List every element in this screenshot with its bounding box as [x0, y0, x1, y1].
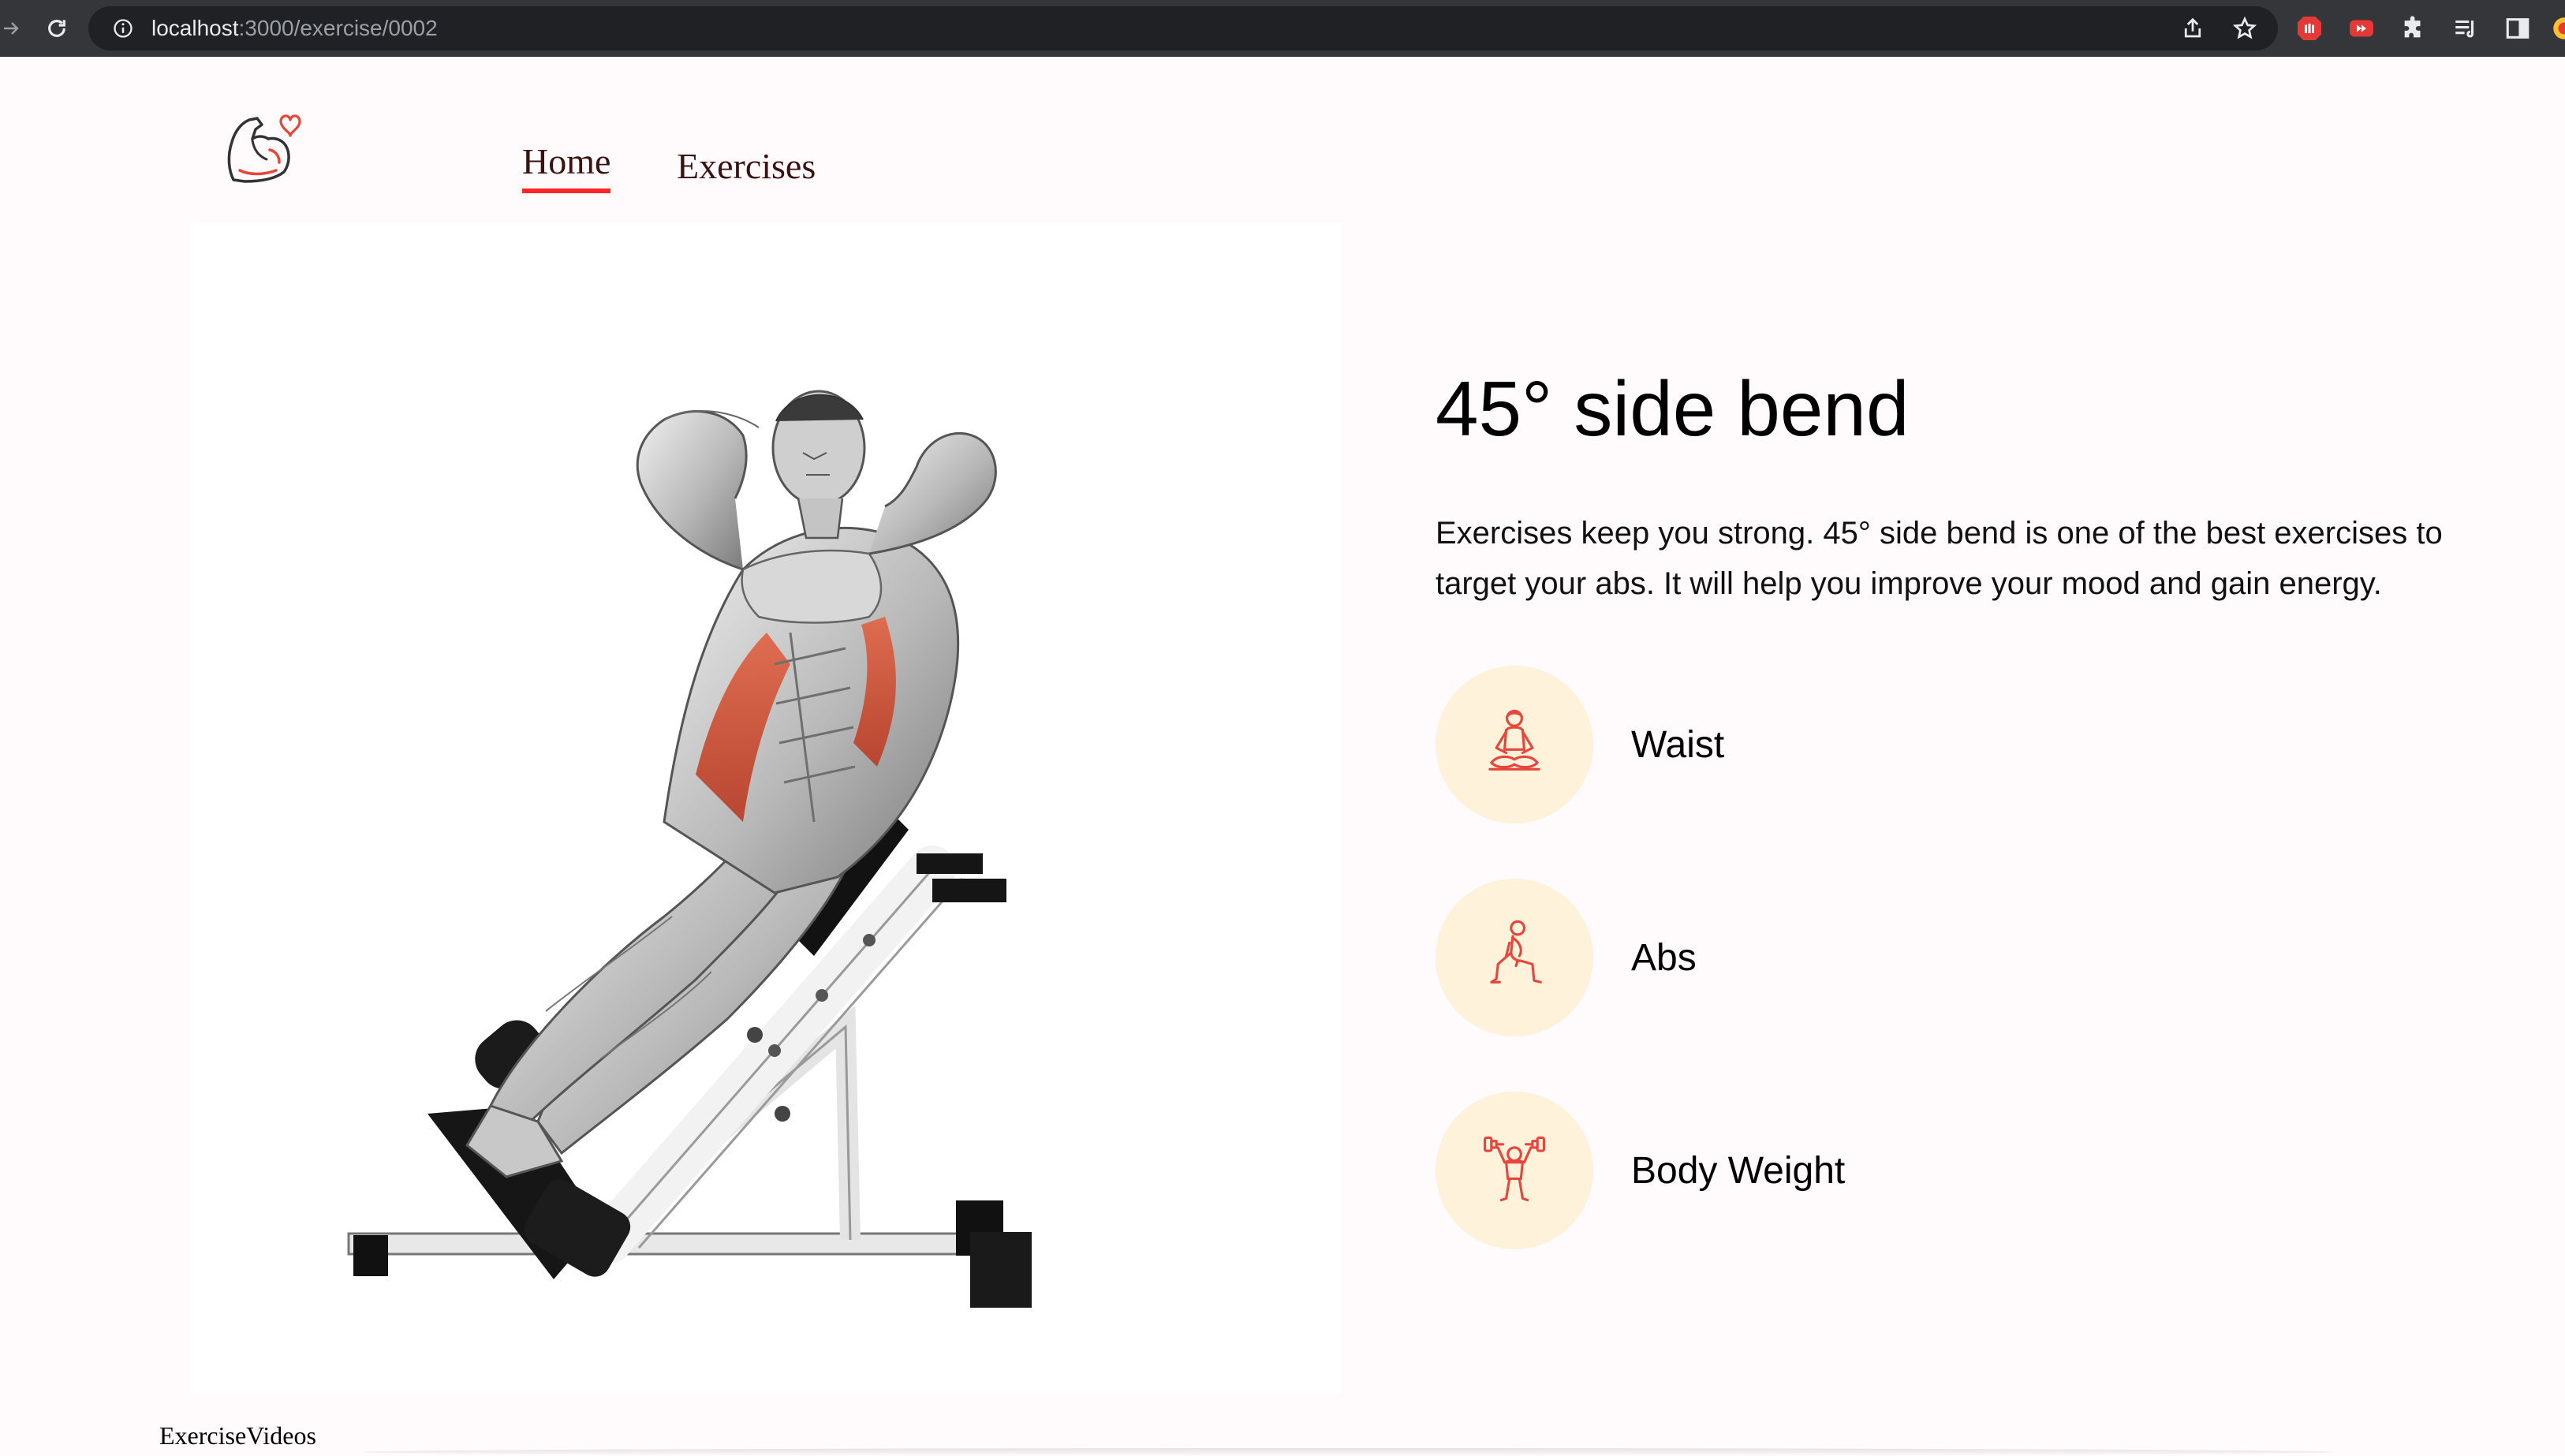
section-divider	[363, 1448, 2335, 1456]
detail-icon-circle	[1436, 879, 1593, 1036]
reload-icon[interactable]	[35, 6, 79, 50]
detail-label: Abs	[1631, 936, 1697, 980]
share-icon[interactable]	[2175, 11, 2210, 46]
forward-icon[interactable]	[0, 6, 24, 50]
detail-label: Body Weight	[1631, 1149, 1845, 1193]
nav-home-link[interactable]: Home	[522, 140, 610, 193]
lunge-icon	[1473, 915, 1555, 1001]
exercise-gif	[191, 222, 1342, 1394]
detail-label: Waist	[1631, 723, 1724, 767]
url-text[interactable]: localhost:3000/exercise/0002	[151, 16, 438, 41]
exercise-description: Exercises keep you strong. 45° side bend…	[1436, 508, 2461, 609]
browser-toolbar: localhost:3000/exercise/0002	[0, 0, 2565, 57]
site-info-icon[interactable]	[107, 13, 139, 44]
address-bar[interactable]: localhost:3000/exercise/0002	[88, 6, 2278, 50]
detail-item-abs: Abs	[1436, 879, 2224, 1036]
logo-flexed-arm-icon[interactable]	[218, 104, 304, 191]
profile-avatar[interactable]	[2552, 11, 2565, 46]
exercise-videos-heading: ExerciseVideos	[159, 1421, 316, 1450]
dumbbell-lift-icon	[1473, 1128, 1555, 1214]
bookmark-star-icon[interactable]	[2227, 11, 2262, 46]
extensions-puzzle-icon[interactable]	[2396, 11, 2431, 46]
detail-icon-circle	[1436, 1092, 1593, 1249]
adblock-extension-icon[interactable]	[2292, 11, 2327, 46]
meditation-icon	[1473, 702, 1555, 788]
video-extension-icon[interactable]	[2344, 11, 2379, 46]
nav-exercises-link[interactable]: Exercises	[677, 145, 816, 187]
detail-item-waist: Waist	[1436, 666, 2224, 823]
url-host: localhost	[151, 16, 239, 40]
reading-list-icon[interactable]	[2448, 11, 2483, 46]
side-panel-icon[interactable]	[2500, 11, 2535, 46]
detail-icon-circle	[1436, 666, 1593, 823]
detail-item-body-weight: Body Weight	[1436, 1092, 2224, 1249]
exercise-title: 45° side bend	[1436, 364, 1909, 454]
url-path: :3000/exercise/0002	[239, 16, 438, 40]
